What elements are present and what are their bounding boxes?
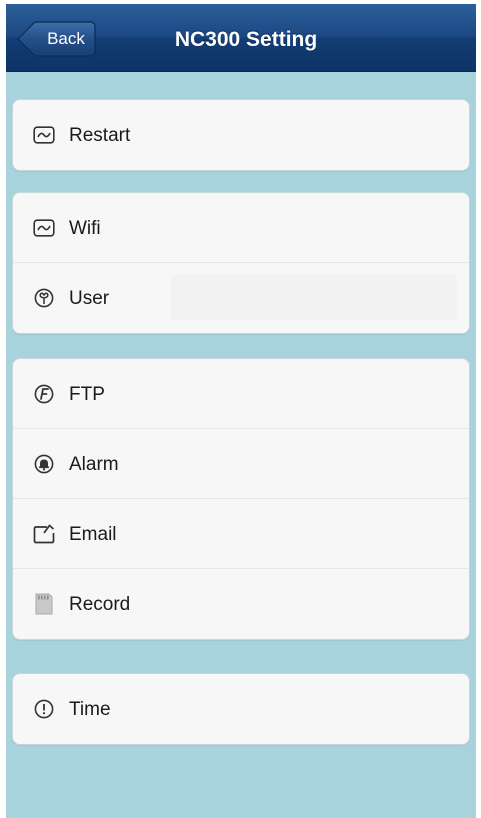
settings-screen: Back NC300 Setting Restart Wifi User FTP… (6, 4, 476, 818)
menu-item-label: User (69, 288, 110, 309)
sd-card-icon (33, 593, 55, 615)
page-title: NC300 Setting (174, 28, 318, 51)
menu-item-label: Alarm (69, 454, 119, 475)
group-time: Time (12, 673, 470, 745)
menu-item-email[interactable]: Email (13, 499, 469, 569)
menu-item-alarm[interactable]: Alarm (13, 429, 469, 499)
menu-item-record[interactable]: Record (13, 569, 469, 639)
menu-item-time[interactable]: Time (13, 674, 469, 744)
email-icon (33, 524, 55, 544)
menu-item-label: Record (69, 594, 131, 615)
menu-item-user[interactable]: User (13, 263, 469, 333)
monitor-icon (33, 218, 55, 238)
group-restart: Restart (12, 99, 470, 171)
back-button-label: Back (47, 29, 85, 48)
menu-item-label: Email (69, 524, 117, 545)
menu-item-label: Time (69, 699, 111, 720)
alarm-bell-icon (33, 454, 55, 474)
menu-item-label: Restart (69, 125, 131, 146)
nav-bar: Back NC300 Setting (6, 4, 476, 72)
user-icon (33, 288, 55, 308)
time-icon (33, 699, 55, 719)
ftp-icon (33, 384, 55, 404)
menu-item-label: FTP (69, 384, 105, 405)
menu-item-wifi[interactable]: Wifi (13, 193, 469, 263)
monitor-icon (33, 125, 55, 145)
group-services: FTP Alarm Email Record (12, 358, 470, 640)
menu-item-label: Wifi (69, 218, 101, 239)
menu-item-ftp[interactable]: FTP (13, 359, 469, 429)
back-button[interactable]: Back (16, 21, 96, 57)
menu-item-restart[interactable]: Restart (13, 100, 469, 170)
group-network: Wifi User (12, 192, 470, 334)
user-row-highlight (171, 274, 457, 320)
